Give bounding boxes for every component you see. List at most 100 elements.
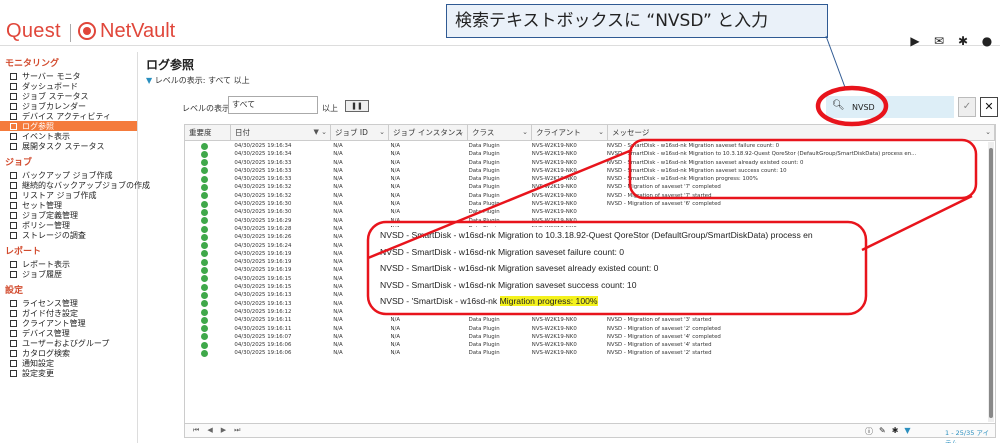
- table-row[interactable]: 04/30/2025 19:16:32 N/A N/A Data Plugin NVS-…: [185, 192, 985, 200]
- table-row[interactable]: 04/30/2025 19:16:34 N/A N/A Data Plugin NVS-…: [185, 142, 985, 150]
- sidebar-item[interactable]: ジョブ履歴: [0, 269, 137, 279]
- table-cell: NVSD - Migration of saveset '4' complete…: [606, 333, 721, 340]
- sidebar-item-label: ストレージの調査: [22, 230, 86, 240]
- sidebar-item[interactable]: デバイス アクティビティ: [0, 111, 137, 121]
- table-row[interactable]: 04/30/2025 19:16:33 N/A N/A Data Plugin NVS-…: [185, 159, 985, 167]
- footer-tools: ⓘ ✎ ✱ ▼: [865, 426, 911, 437]
- table-cell: N/A: [333, 192, 343, 199]
- table-cell: 04/30/2025 19:16:32: [234, 184, 292, 191]
- severity-info-icon: [201, 283, 208, 291]
- next-page-icon[interactable]: ▶: [221, 426, 226, 435]
- sidebar-item[interactable]: ダッシュボード: [0, 81, 137, 91]
- level-select[interactable]: すべて: [228, 96, 318, 114]
- table-cell: NVS-W2K19-NK0: [531, 333, 577, 340]
- sidebar-item[interactable]: ストレージの調査: [0, 230, 137, 240]
- table-cell: N/A: [333, 325, 343, 332]
- table-cell: N/A: [390, 201, 401, 208]
- sidebar-item[interactable]: 継続的なバックアップジョブの作成: [0, 180, 150, 190]
- sidebar-item[interactable]: イベント表示: [0, 131, 137, 141]
- sidebar-item[interactable]: ガイド付き設定: [0, 308, 137, 318]
- table-row[interactable]: 04/30/2025 19:16:06 N/A N/A Data Plugin NVS-…: [185, 341, 985, 349]
- sidebar-item[interactable]: レポート表示: [0, 259, 137, 269]
- severity-info-icon: [201, 167, 208, 175]
- table-row[interactable]: 04/30/2025 19:16:11 N/A N/A Data Plugin NVS-…: [185, 316, 985, 324]
- severity-cell: [185, 258, 230, 266]
- column-header[interactable]: 日付 ▼ ⌄: [231, 125, 331, 140]
- pause-button[interactable]: ❚❚: [345, 100, 369, 112]
- table-scrollbar[interactable]: [988, 142, 994, 422]
- sidebar-item[interactable]: クライアント管理: [0, 318, 137, 328]
- column-menu-icon[interactable]: ⌄: [598, 125, 604, 140]
- severity-info-icon: [201, 192, 208, 200]
- table-row[interactable]: 04/30/2025 19:16:30 N/A N/A Data Plugin NVS-…: [185, 200, 985, 208]
- table-row[interactable]: 04/30/2025 19:16:33 N/A N/A Data Plugin NVS-…: [185, 167, 985, 175]
- column-header[interactable]: クライアント ⌄: [532, 125, 608, 140]
- column-menu-icon[interactable]: ⌄: [985, 125, 991, 140]
- search-input[interactable]: [852, 100, 932, 114]
- clear-search-button[interactable]: ✕: [980, 97, 998, 117]
- column-menu-icon[interactable]: ⌄: [522, 125, 528, 140]
- table-row[interactable]: 04/30/2025 19:16:32 N/A N/A Data Plugin NVS-…: [185, 183, 985, 192]
- apply-search-button[interactable]: ✓: [958, 97, 976, 117]
- column-header[interactable]: メッセージ ⌄: [608, 125, 995, 140]
- user-icon[interactable]: ●: [980, 34, 994, 48]
- table-row[interactable]: 04/30/2025 19:16:34 N/A N/A Data Plugin NVS-…: [185, 150, 985, 158]
- table-cell: NVS-W2K19-NK0: [531, 143, 577, 149]
- column-menu-icon[interactable]: ⌄: [379, 125, 385, 140]
- column-header[interactable]: ジョブ インスタンス ⌄: [389, 125, 468, 140]
- puzzle-icon[interactable]: ✱: [956, 34, 970, 48]
- table-row[interactable]: 04/30/2025 19:16:33 N/A N/A Data Plugin NVS-…: [185, 175, 985, 183]
- sidebar-item[interactable]: サーバー モニタ: [0, 71, 137, 81]
- sidebar-item[interactable]: バックアップ ジョブ作成: [0, 170, 137, 180]
- info-icon[interactable]: ⓘ: [865, 426, 873, 437]
- table-row[interactable]: 04/30/2025 19:16:07 N/A N/A Data Plugin NVS-…: [185, 333, 985, 341]
- column-header-label: 重要度: [189, 128, 212, 137]
- severity-info-icon: [201, 333, 208, 341]
- sidebar-item[interactable]: ジョブ ステータス: [0, 91, 137, 101]
- column-menu-icon[interactable]: ▼ ⌄: [314, 125, 327, 140]
- table-cell: 04/30/2025 19:16:32: [234, 192, 292, 199]
- table-cell: N/A: [390, 350, 401, 357]
- table-cell: N/A: [333, 217, 343, 224]
- first-page-icon[interactable]: ⏮: [193, 426, 199, 435]
- severity-cell: [185, 183, 230, 192]
- sidebar-item[interactable]: ジョブ定義管理: [0, 210, 137, 220]
- edit-icon[interactable]: ✎: [879, 426, 886, 437]
- table-cell: NVSD - SmartDisk - w16sd-nk Migration pr…: [606, 176, 758, 183]
- chat-icon[interactable]: ✉: [932, 34, 946, 48]
- table-row[interactable]: 04/30/2025 19:16:30 N/A N/A Data Plugin NVS-…: [185, 208, 985, 216]
- level-filter-summary[interactable]: ▼ レベルの表示: すべて 以上: [146, 75, 250, 86]
- sidebar-item[interactable]: 設定変更: [0, 368, 137, 378]
- sidebar-item[interactable]: ログ参照: [0, 121, 137, 131]
- column-header[interactable]: クラス ⌄: [468, 125, 532, 140]
- sidebar-item[interactable]: リストア ジョブ作成: [0, 190, 137, 200]
- column-header[interactable]: 重要度: [185, 125, 231, 140]
- sidebar-section-title: 設定: [5, 286, 24, 296]
- table-cell: N/A: [390, 333, 401, 340]
- filter-icon[interactable]: ▼: [904, 426, 910, 437]
- table-row[interactable]: 04/30/2025 19:16:11 N/A N/A Data Plugin NVS-…: [185, 325, 985, 333]
- settings-icon[interactable]: ✱: [892, 426, 899, 437]
- last-page-icon[interactable]: ⏭: [234, 426, 240, 435]
- severity-info-icon: [201, 200, 208, 208]
- severity-cell: [185, 225, 230, 233]
- severity-cell: [185, 308, 230, 316]
- netvault-logo: NetVault: [100, 20, 176, 42]
- table-row[interactable]: 04/30/2025 19:16:06 N/A N/A Data Plugin NVS-…: [185, 349, 985, 358]
- prev-page-icon[interactable]: ◀: [207, 426, 212, 435]
- sidebar-item[interactable]: ライセンス管理: [0, 298, 137, 308]
- sidebar-item[interactable]: セット管理: [0, 200, 137, 210]
- table-cell: N/A: [333, 159, 343, 166]
- video-icon[interactable]: ▶: [908, 34, 922, 48]
- sidebar-item[interactable]: カタログ検索: [0, 348, 137, 358]
- sidebar-item[interactable]: 展開タスク ステータス: [0, 141, 137, 151]
- table-row[interactable]: 04/30/2025 19:16:29 N/A N/A Data Plugin NVS-…: [185, 217, 985, 225]
- column-header[interactable]: ジョブ ID ⌄: [331, 125, 389, 140]
- sidebar-item[interactable]: ジョブカレンダー: [0, 101, 137, 111]
- column-menu-icon[interactable]: ⌄: [458, 125, 464, 140]
- sidebar-item[interactable]: ポリシー管理: [0, 220, 137, 230]
- sidebar-item[interactable]: デバイス管理: [0, 328, 137, 338]
- sidebar-item[interactable]: 通知設定: [0, 358, 137, 368]
- sidebar-item[interactable]: ユーザーおよびグループ: [0, 338, 137, 348]
- table-cell: NVS-W2K19-NK0: [531, 350, 577, 357]
